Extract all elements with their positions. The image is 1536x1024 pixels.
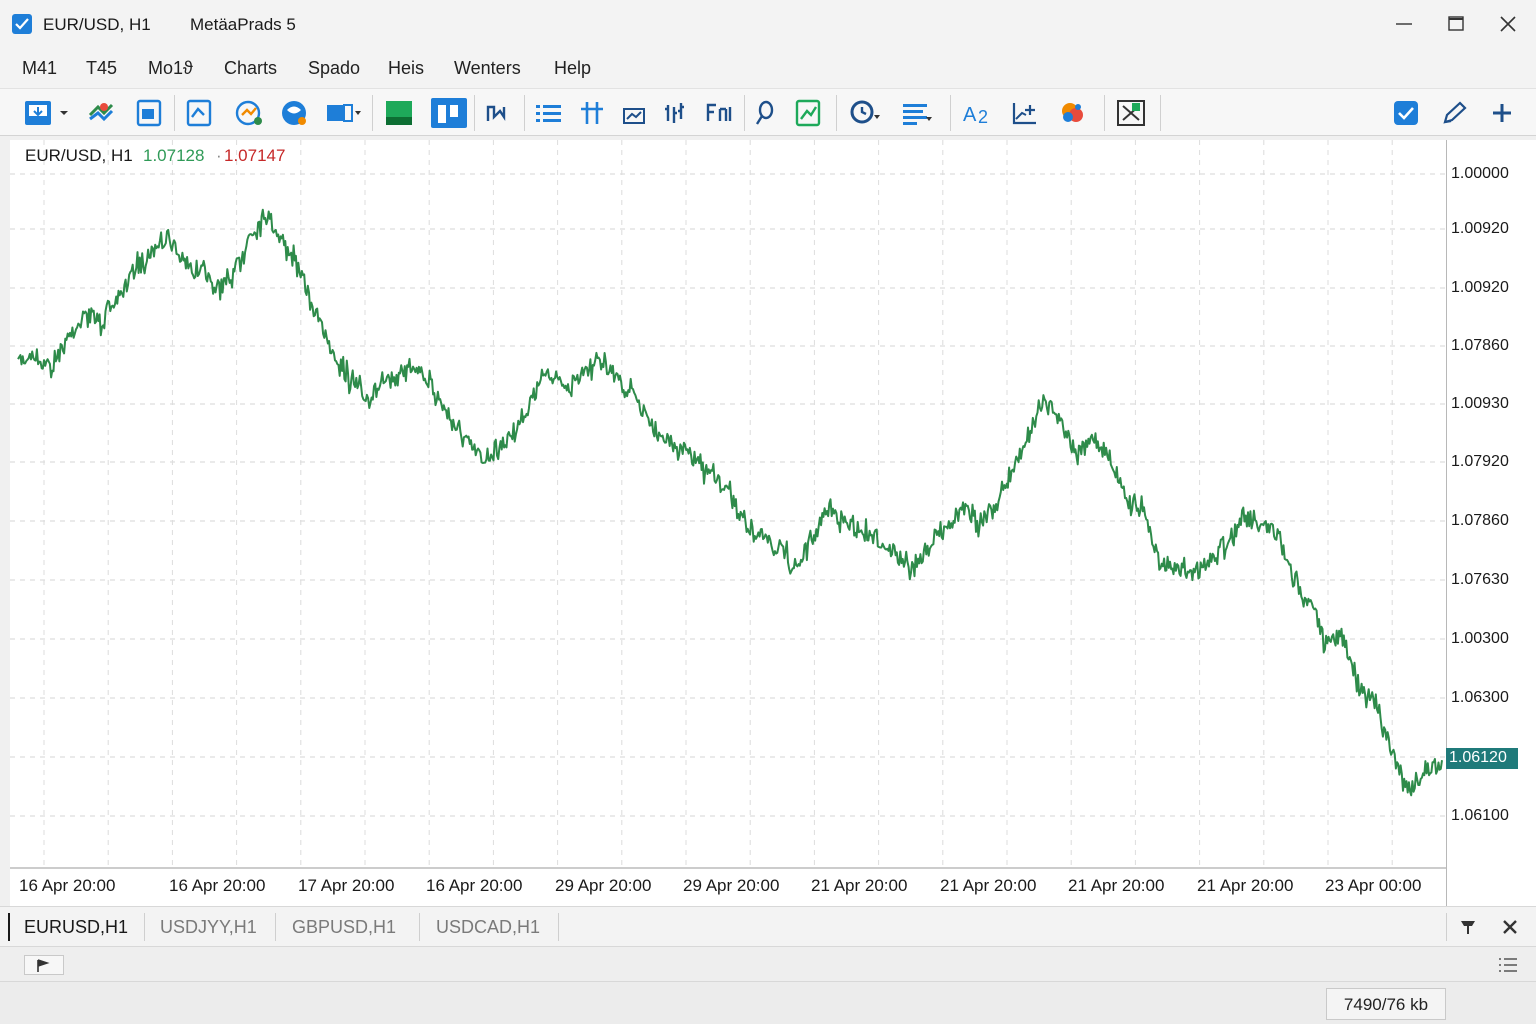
bar-chart-icon[interactable] <box>382 97 416 129</box>
bars-icon[interactable] <box>660 97 694 129</box>
y-tick-label: 1.06300 <box>1451 689 1509 706</box>
dropdown-arrow-icon[interactable] <box>54 97 74 129</box>
colors-icon[interactable] <box>1056 97 1090 129</box>
trade-icon[interactable] <box>792 97 826 129</box>
menu-item[interactable]: Wenters <box>454 58 521 79</box>
x-tick-label: 17 Apr 20:00 <box>298 876 395 895</box>
plus-icon[interactable] <box>1486 97 1520 129</box>
tab-usdcad[interactable]: USDCAD,H1 <box>436 917 540 938</box>
x-tick-label: 21 Apr 20:00 <box>811 876 908 895</box>
y-tick-label: 1.07920 <box>1451 453 1509 470</box>
indicators-list-icon[interactable] <box>532 97 566 129</box>
x-tick-label: 29 Apr 20:00 <box>555 876 652 895</box>
templates-icon[interactable] <box>182 97 216 129</box>
y-tick-label: 1.00000 <box>1451 165 1509 182</box>
y-tick-label: 1.07630 <box>1451 571 1509 588</box>
flag-button[interactable] <box>24 955 64 975</box>
chart-area[interactable] <box>10 140 1446 906</box>
profiles-icon[interactable] <box>84 97 118 129</box>
minimize-icon[interactable] <box>1386 10 1422 38</box>
data-window-icon[interactable] <box>324 97 364 129</box>
menu-item[interactable]: T45 <box>86 58 117 79</box>
crosshair-icon[interactable] <box>576 97 610 129</box>
x-tick-label: 16 Apr 20:00 <box>19 876 116 895</box>
candlestick-icon[interactable] <box>430 97 468 129</box>
y-tick-label: 1.00300 <box>1451 630 1509 647</box>
menu-item-charts[interactable]: Charts <box>224 58 277 79</box>
x-tick-label: 29 Apr 20:00 <box>683 876 780 895</box>
checkbox-icon[interactable] <box>1390 97 1424 129</box>
navigator-icon[interactable] <box>278 97 312 129</box>
svg-text:A: A <box>963 104 977 126</box>
window-checkbox-icon[interactable] <box>12 14 32 34</box>
list-icon[interactable] <box>900 97 936 129</box>
zoom-icon[interactable] <box>748 97 782 129</box>
x-tick-label: 21 Apr 20:00 <box>940 876 1037 895</box>
close-tab-icon[interactable] <box>1498 915 1522 939</box>
chart-symbol-label: EUR/USD, H1 <box>25 146 133 165</box>
menu-item[interactable]: M41 <box>22 58 57 79</box>
memory-status: 7490/76 kb <box>1326 988 1446 1020</box>
cursor-icon[interactable] <box>702 97 736 129</box>
tab-usdjyy[interactable]: USDJYY,H1 <box>160 917 257 938</box>
pen-icon[interactable] <box>1438 97 1472 129</box>
text-icon[interactable]: A2 <box>960 97 996 129</box>
line-chart-icon[interactable] <box>482 97 516 129</box>
price-chart <box>10 140 1446 869</box>
open-file-icon[interactable] <box>132 97 166 129</box>
menu-item[interactable]: Spado <box>308 58 360 79</box>
menu-item[interactable]: Heis <box>388 58 424 79</box>
x-tick-label: 16 Apr 20:00 <box>426 876 523 895</box>
tab-eurusd[interactable]: EURUSD,H1 <box>24 917 128 938</box>
active-tab-indicator <box>8 913 10 941</box>
app-name: MetäaPrads 5 <box>190 15 296 34</box>
pin-icon[interactable] <box>1456 915 1480 939</box>
window-title: EUR/USD, H1 <box>43 15 151 34</box>
new-chart-icon[interactable] <box>22 97 56 129</box>
current-price-marker: 1.06120 <box>1446 748 1518 769</box>
price-separator: · <box>216 146 222 165</box>
y-tick-label: 1.07860 <box>1451 337 1509 354</box>
toolbox-bar <box>0 946 1536 982</box>
y-tick-label: 1.00920 <box>1451 279 1509 296</box>
trendline-icon[interactable] <box>1008 97 1042 129</box>
bid-price: 1.07128 <box>143 146 205 165</box>
svg-text:2: 2 <box>978 107 988 127</box>
x-tick-label: 23 Apr 00:00 <box>1325 876 1422 895</box>
ask-price: 1.07147 <box>224 146 286 165</box>
menu-item[interactable]: Mo1ϑ <box>148 58 193 79</box>
menu-bar: M41 T45 Mo1ϑ Charts Spado Heis Wenters H… <box>0 48 1536 88</box>
market-watch-icon[interactable] <box>232 97 266 129</box>
screenshot-icon[interactable] <box>1114 97 1148 129</box>
chart-tab-bar: EURUSD,H1 USDJYY,H1 GBPUSD,H1 USDCAD,H1 <box>0 906 1536 946</box>
tab-gbpusd[interactable]: GBPUSD,H1 <box>292 917 396 938</box>
x-tick-label: 21 Apr 20:00 <box>1068 876 1165 895</box>
y-tick-label: 1.00920 <box>1451 220 1509 237</box>
clock-icon[interactable] <box>848 97 884 129</box>
close-icon[interactable] <box>1490 10 1526 38</box>
title-bar: EUR/USD, H1 MetäaPrads 5 <box>0 0 1536 48</box>
y-tick-label: 1.07860 <box>1451 512 1509 529</box>
x-tick-label: 21 Apr 20:00 <box>1197 876 1294 895</box>
period-icon[interactable] <box>618 97 652 129</box>
list-view-icon[interactable] <box>1494 953 1522 977</box>
status-bar: 7490/76 kb <box>0 982 1536 1024</box>
maximize-icon[interactable] <box>1438 10 1474 38</box>
menu-item-help[interactable]: Help <box>554 58 591 79</box>
y-tick-label: 1.06100 <box>1451 807 1509 824</box>
toolbar: A2 <box>0 88 1536 136</box>
y-tick-label: 1.00930 <box>1451 395 1509 412</box>
price-series-line <box>17 208 1443 797</box>
x-tick-label: 16 Apr 20:00 <box>169 876 266 895</box>
